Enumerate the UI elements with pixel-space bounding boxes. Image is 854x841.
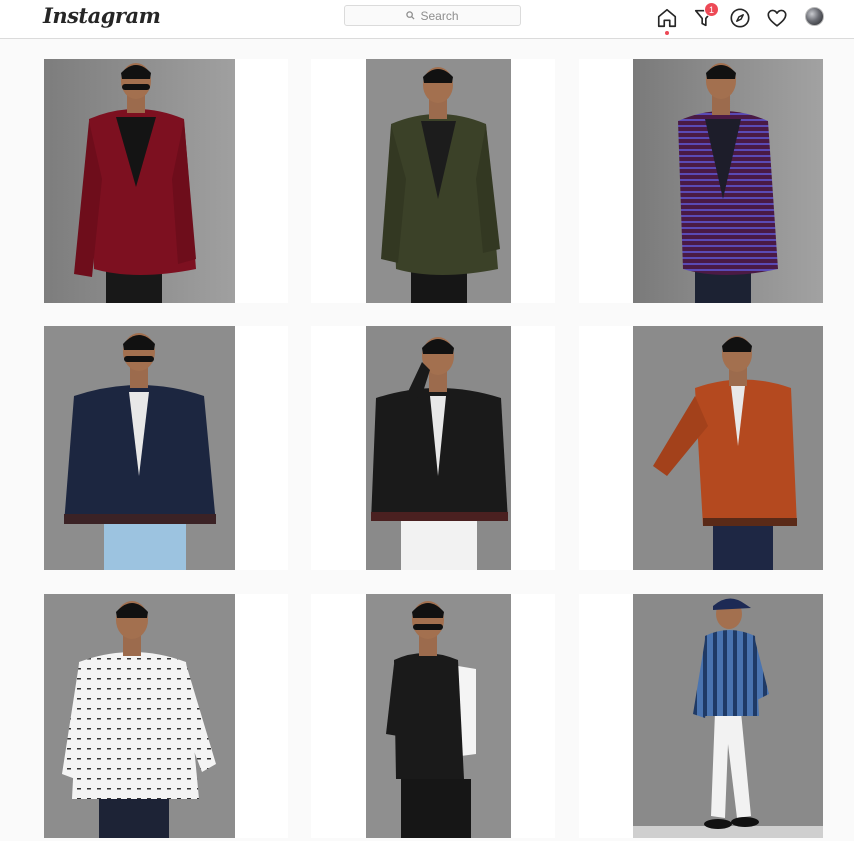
post-tile[interactable] <box>44 326 288 570</box>
profile-avatar[interactable] <box>805 7 824 26</box>
post-tile[interactable] <box>311 59 555 303</box>
notification-badge: 1 <box>704 2 719 17</box>
activity-button[interactable] <box>766 7 788 29</box>
post-photo <box>44 326 235 570</box>
post-tile[interactable] <box>311 594 555 838</box>
post-tile[interactable] <box>579 594 823 838</box>
home-icon <box>657 8 677 28</box>
post-photo <box>633 594 823 838</box>
explore-compass-icon <box>730 8 750 28</box>
post-photo <box>366 594 511 838</box>
post-tile[interactable] <box>311 326 555 570</box>
post-tile[interactable] <box>44 594 288 838</box>
activity-heart-icon <box>767 9 787 27</box>
post-photo <box>44 59 235 303</box>
post-photo <box>633 326 823 570</box>
post-photo <box>366 326 511 570</box>
post-tile[interactable] <box>579 59 823 303</box>
post-tile[interactable] <box>579 326 823 570</box>
post-photo <box>366 59 511 303</box>
search-placeholder: Search <box>420 8 459 23</box>
search-icon <box>406 11 416 20</box>
top-nav-bar: Instagram Search 1 <box>0 0 854 39</box>
post-tile[interactable] <box>44 59 288 303</box>
active-indicator-dot <box>665 31 669 35</box>
search-input[interactable]: Search <box>344 5 521 26</box>
post-photo <box>44 594 235 838</box>
post-photo <box>633 59 823 303</box>
explore-button[interactable] <box>729 7 751 29</box>
home-button[interactable] <box>656 7 678 29</box>
instagram-logo[interactable]: Instagram <box>43 3 161 28</box>
